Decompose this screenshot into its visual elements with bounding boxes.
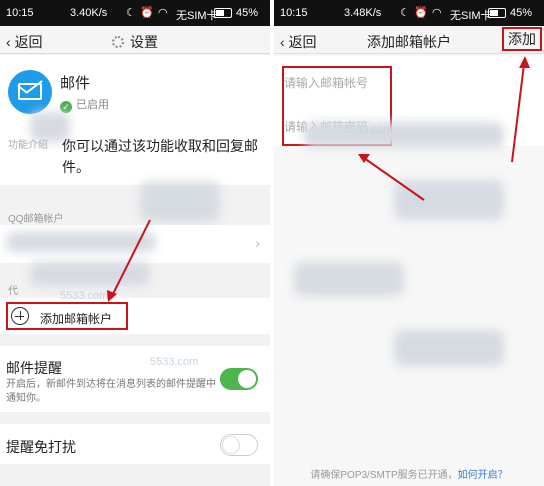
add-account-screen: 10:15 3.48K/s ☾ ⏰ ◠ 无SIM卡 45% ‹ 返回 添加邮箱帐… (274, 0, 544, 486)
annotation-arrow (107, 219, 151, 302)
annotation-arrows (358, 56, 530, 201)
settings-screen: 10:15 3.40K/s ☾ ⏰ ◠ 无SIM卡 45% ‹ 返回 设置 邮件… (0, 0, 270, 486)
